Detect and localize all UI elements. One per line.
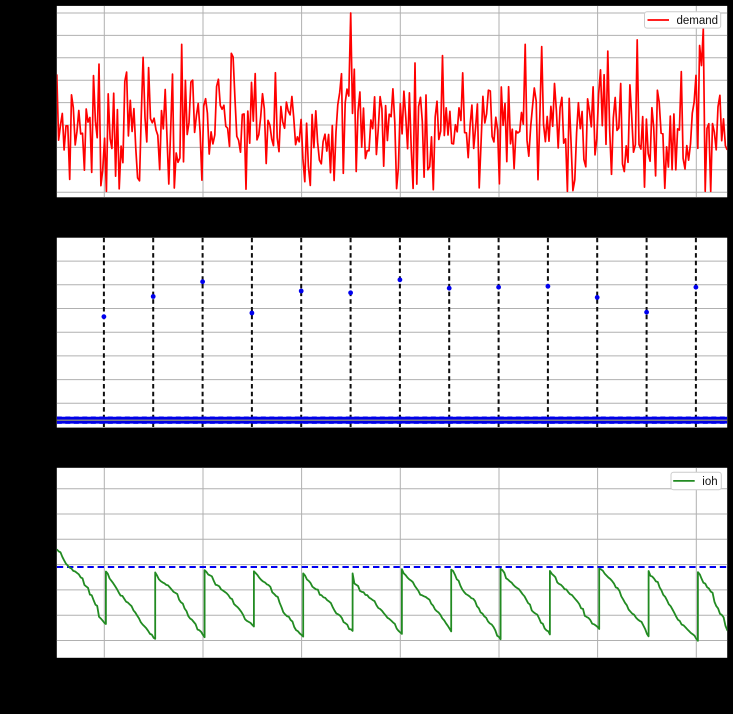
svg-text:demand: demand bbox=[677, 15, 719, 27]
svg-text:ioh: ioh bbox=[702, 476, 717, 488]
